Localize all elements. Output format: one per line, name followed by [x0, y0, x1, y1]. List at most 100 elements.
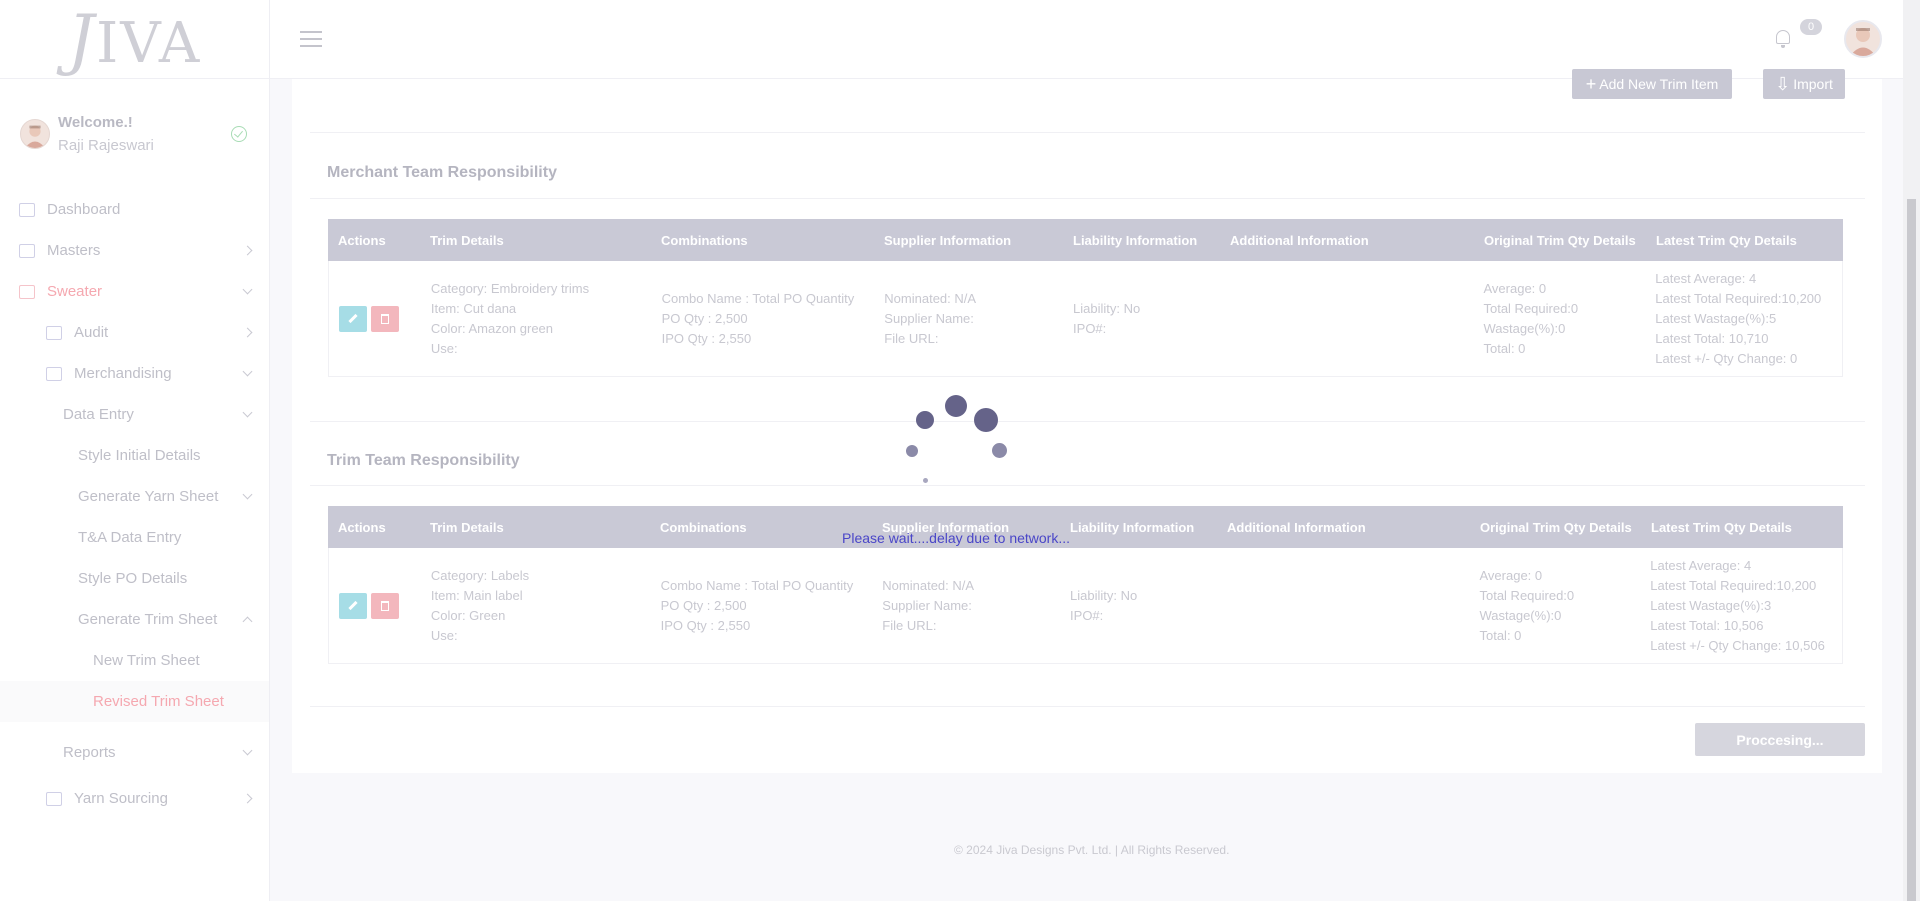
sidebar-item-reports[interactable]: Reports: [0, 732, 269, 773]
processing-button[interactable]: Proccesing...: [1695, 723, 1865, 756]
average: Average: 0: [1483, 280, 1547, 296]
liability: Liability: No: [1073, 300, 1141, 316]
col-combinations: Combinations: [660, 519, 747, 535]
latest-total: Latest Total: 10,506: [1650, 617, 1764, 633]
vertical-scrollbar[interactable]: [1903, 0, 1920, 901]
latest-average: Latest Average: 4: [1655, 270, 1757, 286]
latest-wastage: Latest Wastage(%):3: [1650, 597, 1772, 613]
spinner-dot: [992, 443, 1007, 458]
sidebar-item-style-po-details[interactable]: Style PO Details: [0, 558, 269, 599]
file-url: File URL:: [884, 330, 939, 346]
sidebar-item-audit[interactable]: Audit: [0, 312, 269, 353]
delete-button[interactable]: [371, 592, 399, 619]
edit-button[interactable]: [339, 592, 367, 619]
trim-category: Category: Embroidery trims: [430, 280, 590, 296]
user-avatar-button[interactable]: [1844, 20, 1882, 58]
combo-name: Combo Name : Total PO Quantity: [660, 577, 854, 593]
latest-total-required: Latest Total Required:10,200: [1655, 290, 1822, 306]
trim-table: Actions Trim Details Combinations Suppli…: [328, 506, 1843, 664]
ipo-qty: IPO Qty : 2,550: [661, 330, 752, 346]
import-button[interactable]: ⇩ Import: [1763, 69, 1845, 99]
delete-button[interactable]: [371, 305, 399, 332]
logo-letter: J: [67, 0, 97, 78]
col-original-qty: Original Trim Qty Details: [1484, 232, 1636, 248]
col-combinations: Combinations: [661, 232, 748, 248]
liability-cell: Liability: No IPO#:: [1060, 548, 1217, 663]
scrollbar-thumb[interactable]: [1907, 199, 1916, 901]
sidebar-item-new-trim-sheet[interactable]: New Trim Sheet: [0, 640, 269, 681]
combinations-cell: Combo Name : Total PO Quantity PO Qty : …: [652, 261, 875, 376]
sidebar-item-label: Revised Trim Sheet: [93, 693, 224, 710]
col-latest-qty: Latest Trim Qty Details: [1656, 232, 1797, 248]
pencil-icon: [348, 313, 358, 324]
latest-qty-change: Latest +/- Qty Change: 0: [1655, 350, 1798, 366]
logo-area: JIVA: [0, 0, 269, 79]
sidebar-item-masters[interactable]: Masters: [0, 230, 269, 271]
sidebar-item-label: Merchandising: [74, 365, 172, 382]
toolbar-strip: + Add New Trim Item ⇩ Import: [310, 69, 1865, 133]
latest-total: Latest Total: 10,710: [1655, 330, 1769, 346]
wastage: Wastage(%):0: [1483, 320, 1566, 336]
main-panel: + Add New Trim Item ⇩ Import Merchant Team…: [292, 69, 1882, 773]
latest-wastage: Latest Wastage(%):5: [1655, 310, 1777, 326]
sidebar-nav: Dashboard Masters Sweater Audit Merchand…: [0, 189, 269, 819]
avatar: [20, 119, 50, 149]
original-qty-cell: Average: 0 Total Required:0 Wastage(%):0…: [1473, 261, 1645, 376]
supplier-cell: Nominated: N/A Supplier Name: File URL:: [874, 261, 1063, 376]
col-actions: Actions: [338, 519, 386, 535]
merchant-section-title: Merchant Team Responsibility: [327, 164, 557, 181]
sidebar-item-label: Reports: [63, 744, 116, 761]
trash-icon: [381, 313, 389, 324]
sidebar-item-sweater[interactable]: Sweater: [0, 271, 269, 312]
sidebar-item-merchandising[interactable]: Merchandising: [0, 353, 269, 394]
liability: Liability: No: [1070, 587, 1138, 603]
sidebar-item-generate-yarn-sheet[interactable]: Generate Yarn Sheet: [0, 476, 269, 517]
chevron-right-icon: [242, 793, 253, 804]
ipo-number: IPO#:: [1073, 320, 1107, 336]
sidebar-item-label: Sweater: [47, 283, 103, 300]
add-trim-button[interactable]: + Add New Trim Item: [1572, 69, 1732, 99]
sidebar-item-label: Data Entry: [63, 406, 134, 423]
bell-icon[interactable]: [1775, 30, 1791, 48]
col-actions: Actions: [338, 232, 386, 248]
sidebar-item-yarn-sourcing[interactable]: Yarn Sourcing: [0, 778, 269, 819]
menu-icon[interactable]: [300, 31, 322, 47]
col-supplier: Supplier Information: [884, 232, 1012, 248]
average: Average: 0: [1479, 567, 1543, 583]
table-row: Category: Embroidery trims Item: Cut dan…: [328, 261, 1843, 377]
user-profile: Welcome.! Raji Rajeswari: [0, 79, 269, 189]
combo-name: Combo Name : Total PO Quantity: [661, 290, 855, 306]
sidebar-item-label: Masters: [47, 242, 101, 259]
edit-button[interactable]: [339, 305, 367, 332]
sidebar-item-ta-data-entry[interactable]: T&A Data Entry: [0, 517, 269, 558]
col-trim-details: Trim Details: [430, 232, 504, 248]
table-header: Actions Trim Details Combinations Suppli…: [328, 506, 1843, 548]
liability-cell: Liability: No IPO#:: [1063, 261, 1220, 376]
sidebar-item-dashboard[interactable]: Dashboard: [0, 189, 269, 230]
plus-icon: +: [1585, 74, 1597, 94]
sidebar-item-generate-trim-sheet[interactable]: Generate Trim Sheet: [0, 599, 269, 640]
col-trim-details: Trim Details: [430, 519, 504, 535]
sweater-icon: [19, 284, 35, 299]
sidebar-item-data-entry[interactable]: Data Entry: [0, 394, 269, 435]
total: Total: 0: [1479, 627, 1522, 643]
logo[interactable]: JIVA: [68, 1, 202, 78]
latest-qty-cell: Latest Average: 4 Latest Total Required:…: [1640, 548, 1842, 663]
spinner-dot: [923, 478, 928, 483]
trim-section-title: Trim Team Responsibility: [327, 452, 520, 469]
chevron-down-icon: [242, 407, 253, 418]
sidebar-item-revised-trim-sheet[interactable]: Revised Trim Sheet: [0, 681, 269, 722]
trim-item: Item: Main label: [430, 587, 523, 603]
total-required: Total Required:0: [1479, 587, 1575, 603]
sidebar-item-label: Audit: [74, 324, 109, 341]
latest-qty-cell: Latest Average: 4 Latest Total Required:…: [1645, 261, 1842, 376]
chevron-right-icon: [242, 327, 253, 338]
pencil-icon: [348, 600, 358, 611]
trim-color: Color: Amazon green: [430, 320, 554, 336]
sidebar: JIVA Welcome.! Raji Rajeswari Dashboard …: [0, 0, 270, 901]
table-row: Category: Labels Item: Main label Color:…: [328, 548, 1843, 664]
divider: [310, 706, 1865, 707]
sidebar-item-style-initial-details[interactable]: Style Initial Details: [0, 435, 269, 476]
additional-cell: [1220, 261, 1474, 376]
sidebar-item-label: T&A Data Entry: [78, 529, 182, 546]
